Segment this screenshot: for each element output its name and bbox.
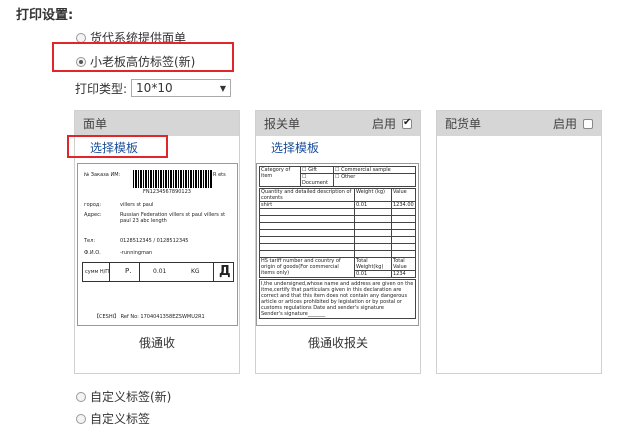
option-custom-new-label[interactable]: 自定义标签(新) <box>76 388 171 405</box>
option-custom-label[interactable]: 自定义标签 <box>76 410 150 427</box>
r-ets-text: R ets <box>213 172 226 178</box>
sum-row: сумм Н/П Р. 0.01 KG Д <box>82 262 234 282</box>
total-value-label: Total Value <box>391 257 416 271</box>
option-custom-new-text: 自定义标签(新) <box>90 390 172 404</box>
row-item: shirt <box>259 201 355 209</box>
document-text: Document <box>302 180 328 186</box>
label-panel-title: 面单 <box>83 117 108 131</box>
picking-panel-header: 配货单 启用 <box>437 111 601 136</box>
hs-label: HS tariff number and country of origin o… <box>259 257 355 278</box>
customs-items-table: Quantity and detailed description of con… <box>259 188 416 278</box>
picking-panel: 配货单 启用 <box>436 110 602 374</box>
order-no-label: № Заказа ИМ: <box>84 172 121 178</box>
customs-enable-checkbox[interactable] <box>402 117 412 129</box>
total-value-value: 1234 <box>391 270 416 278</box>
rub-text: Р. <box>125 267 132 275</box>
customs-caption: 俄通收报关 <box>307 336 368 350</box>
tracking-number: FN1234567890123 <box>143 189 191 195</box>
print-type-row: 打印类型: 10*10 ▼ <box>75 79 232 97</box>
print-type-label: 打印类型: <box>75 81 128 96</box>
option-xiaolaoban-label[interactable]: 小老板高仿标签(新) <box>76 53 195 70</box>
customs-thumbnail[interactable]: Category of item ☐ Gift ☐ Commercial sam… <box>256 163 419 326</box>
picking-enable-label: 启用 <box>552 117 577 131</box>
sum-label: сумм Н/П <box>85 269 110 275</box>
page-title: 打印设置: <box>16 8 74 23</box>
barcode-image <box>133 170 213 188</box>
gift-text: Gift <box>308 167 317 173</box>
customs-enable-label: 启用 <box>371 117 396 131</box>
kg-text: KG <box>191 268 200 275</box>
label-panel-header: 面单 <box>75 111 239 136</box>
qty-desc-header: Quantity and detailed description of con… <box>259 188 355 202</box>
chevron-down-icon: ▼ <box>219 83 227 93</box>
radio-forwarder[interactable] <box>76 32 86 43</box>
city-value: villers st paul <box>120 202 154 208</box>
row-weight: 0.01 <box>354 201 392 209</box>
label-caption: 俄通收 <box>138 336 175 350</box>
address-value: Russian Federation villers st paul ville… <box>120 212 226 224</box>
other-text: Other <box>341 174 356 180</box>
print-type-select[interactable]: 10*10 ▼ <box>131 79 232 97</box>
picking-enable-checkbox[interactable] <box>583 118 593 129</box>
phone-value: 0128512345 / 0128512345 <box>120 238 189 244</box>
city-label: город: <box>84 202 102 208</box>
d-mark: Д <box>219 264 231 279</box>
row-value: 1234.00 <box>391 201 416 209</box>
print-type-value: 10*10 <box>136 81 173 95</box>
picking-panel-title: 配货单 <box>445 117 482 131</box>
customs-panel-title: 报关单 <box>264 117 301 131</box>
divider <box>213 263 214 281</box>
option-custom-text: 自定义标签 <box>90 412 151 426</box>
option-xiaolaoban-text: 小老板高仿标签(新) <box>90 55 196 69</box>
commercial-sample-text: Commercial sample <box>341 167 391 173</box>
customs-select-template-link[interactable]: 选择模板 <box>271 139 319 156</box>
radio-custom[interactable] <box>76 413 86 424</box>
label-thumbnail[interactable]: № Заказа ИМ: FN1234567890123 R ets город… <box>77 163 238 326</box>
declaration-box: I,the undersigned,whose name and address… <box>259 279 416 319</box>
label-select-template-link[interactable]: 选择模板 <box>90 139 138 156</box>
weight-header: Weight (kg) <box>354 188 392 202</box>
address-label: Адрес: <box>84 212 102 218</box>
phone-label: Тел: <box>84 238 96 244</box>
radio-xiaolaoban[interactable] <box>76 56 86 67</box>
declaration-text: I,the undersigned,whose name and address… <box>261 281 414 311</box>
signature-text: Sender's signature_______ <box>261 311 326 317</box>
divider <box>109 263 110 281</box>
name-label: Ф.И.О. <box>84 250 101 256</box>
name-value: -runningman <box>120 250 153 256</box>
ref-number: 【CESHI】 Ref No: 1704041358EZSWMU2R1 <box>94 314 205 320</box>
value-header: Value <box>391 188 416 202</box>
radio-custom-new[interactable] <box>76 391 86 402</box>
total-weight-label: Total Weight(kg) <box>354 257 392 271</box>
weight-value: 0.01 <box>153 268 167 275</box>
category-label: Category of item <box>259 166 301 187</box>
customs-category-table: Category of item ☐ Gift ☐ Commercial sam… <box>259 166 416 187</box>
divider <box>139 263 140 281</box>
total-weight-value: 0.01 <box>354 270 392 278</box>
customs-panel-header: 报关单 启用 <box>256 111 420 136</box>
